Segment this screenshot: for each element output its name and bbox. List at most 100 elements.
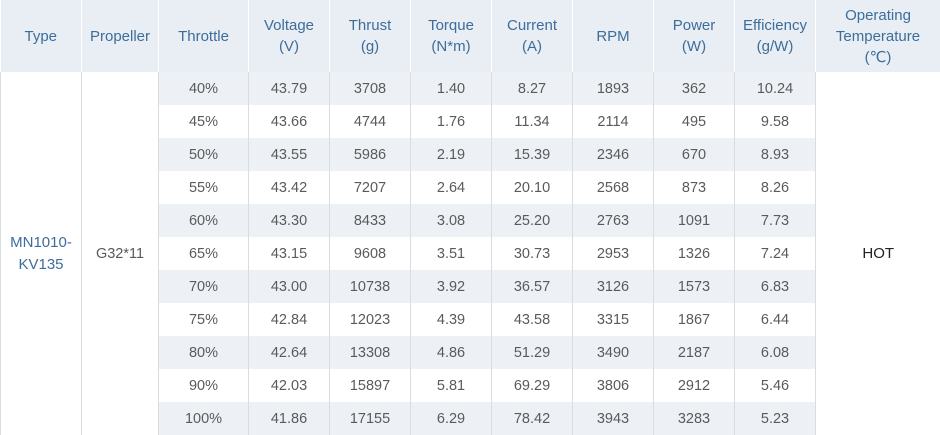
torque-cell: 3.08 — [410, 204, 492, 237]
current-cell: 8.27 — [491, 72, 573, 105]
current-cell: 25.20 — [491, 204, 573, 237]
torque-cell: 3.51 — [410, 237, 492, 270]
throttle-cell: 45% — [158, 105, 249, 138]
voltage-cell: 43.15 — [248, 237, 330, 270]
voltage-cell: 43.42 — [248, 171, 330, 204]
throttle-cell: 100% — [158, 402, 249, 435]
header-op-temp-unit: (℃) — [864, 48, 892, 66]
throttle-cell: 65% — [158, 237, 249, 270]
thrust-cell: 5986 — [329, 138, 411, 171]
current-cell: 78.42 — [491, 402, 573, 435]
voltage-cell: 42.64 — [248, 336, 330, 369]
torque-cell: 2.64 — [410, 171, 492, 204]
power-cell: 2912 — [653, 369, 735, 402]
power-cell: 3283 — [653, 402, 735, 435]
efficiency-cell: 6.08 — [734, 336, 816, 369]
header-torque-unit: (N*m) — [431, 38, 471, 55]
rpm-cell: 3315 — [572, 303, 654, 336]
thrust-cell: 3708 — [329, 72, 411, 105]
torque-cell: 6.29 — [410, 402, 492, 435]
power-cell: 873 — [653, 171, 735, 204]
header-propeller: Propeller — [81, 0, 159, 72]
table-row: MN1010- KV135 G32*11 40% 43.79 3708 1.40 8.27 18… — [0, 72, 940, 435]
torque-cell: 1.40 — [410, 72, 492, 105]
operating-temperature-cell: HOT — [815, 72, 940, 435]
header-type-label: Type — [24, 27, 58, 45]
motor-test-table: Type Propeller Throttle Voltage (V) Thrus… — [0, 0, 940, 435]
header-op-temp-line1: Operating — [845, 6, 911, 24]
header-current: Current (A) — [491, 0, 573, 72]
power-cell: 670 — [653, 138, 735, 171]
rpm-cell: 2114 — [572, 105, 654, 138]
header-throttle: Throttle — [158, 0, 249, 72]
rpm-cell: 3126 — [572, 270, 654, 303]
torque-cell: 5.81 — [410, 369, 492, 402]
torque-cell: 3.92 — [410, 270, 492, 303]
efficiency-cell: 8.26 — [734, 171, 816, 204]
header-voltage: Voltage (V) — [248, 0, 330, 72]
thrust-cell: 13308 — [329, 336, 411, 369]
voltage-cell: 43.30 — [248, 204, 330, 237]
header-efficiency-label: Efficiency — [743, 17, 807, 34]
header-thrust-label: Thrust — [348, 17, 392, 34]
power-cell: 1326 — [653, 237, 735, 270]
thrust-cell: 9608 — [329, 237, 411, 270]
header-torque: Torque (N*m) — [410, 0, 492, 72]
efficiency-cell: 6.44 — [734, 303, 816, 336]
thrust-cell: 8433 — [329, 204, 411, 237]
thrust-cell: 7207 — [329, 171, 411, 204]
voltage-cell: 41.86 — [248, 402, 330, 435]
efficiency-cell: 9.58 — [734, 105, 816, 138]
power-cell: 362 — [653, 72, 735, 105]
torque-cell: 4.39 — [410, 303, 492, 336]
current-cell: 20.10 — [491, 171, 573, 204]
rpm-cell: 3490 — [572, 336, 654, 369]
thrust-cell: 4744 — [329, 105, 411, 138]
current-cell: 11.34 — [491, 105, 573, 138]
header-rpm: RPM — [572, 0, 654, 72]
current-cell: 36.57 — [491, 270, 573, 303]
efficiency-cell: 5.23 — [734, 402, 816, 435]
thrust-cell: 15897 — [329, 369, 411, 402]
header-current-label: Current — [506, 17, 558, 34]
rpm-cell: 1893 — [572, 72, 654, 105]
header-power: Power (W) — [653, 0, 735, 72]
torque-cell: 4.86 — [410, 336, 492, 369]
thrust-cell: 17155 — [329, 402, 411, 435]
current-cell: 69.29 — [491, 369, 573, 402]
header-power-label: Power — [672, 17, 716, 34]
power-cell: 2187 — [653, 336, 735, 369]
header-thrust: Thrust (g) — [329, 0, 411, 72]
rpm-cell: 2763 — [572, 204, 654, 237]
efficiency-cell: 6.83 — [734, 270, 816, 303]
header-op-temp-line2: Temperature — [835, 27, 921, 45]
header-throttle-label: Throttle — [178, 27, 229, 45]
header-torque-label: Torque — [428, 17, 474, 34]
throttle-cell: 40% — [158, 72, 249, 105]
rpm-cell: 3806 — [572, 369, 654, 402]
thrust-cell: 10738 — [329, 270, 411, 303]
current-cell: 30.73 — [491, 237, 573, 270]
current-cell: 15.39 — [491, 138, 573, 171]
header-power-unit: (W) — [681, 38, 707, 55]
current-cell: 51.29 — [491, 336, 573, 369]
type-cell: MN1010- KV135 — [0, 72, 82, 435]
throttle-cell: 90% — [158, 369, 249, 402]
voltage-cell: 43.00 — [248, 270, 330, 303]
current-cell: 43.58 — [491, 303, 573, 336]
rpm-cell: 2568 — [572, 171, 654, 204]
efficiency-cell: 7.24 — [734, 237, 816, 270]
voltage-cell: 42.03 — [248, 369, 330, 402]
efficiency-cell: 5.46 — [734, 369, 816, 402]
efficiency-cell: 10.24 — [734, 72, 816, 105]
rpm-cell: 2953 — [572, 237, 654, 270]
torque-cell: 1.76 — [410, 105, 492, 138]
efficiency-cell: 7.73 — [734, 204, 816, 237]
voltage-cell: 42.84 — [248, 303, 330, 336]
throttle-cell: 55% — [158, 171, 249, 204]
rpm-cell: 2346 — [572, 138, 654, 171]
header-propeller-label: Propeller — [89, 27, 151, 45]
type-name-line1: MN1010- — [10, 233, 72, 251]
torque-cell: 2.19 — [410, 138, 492, 171]
voltage-cell: 43.55 — [248, 138, 330, 171]
